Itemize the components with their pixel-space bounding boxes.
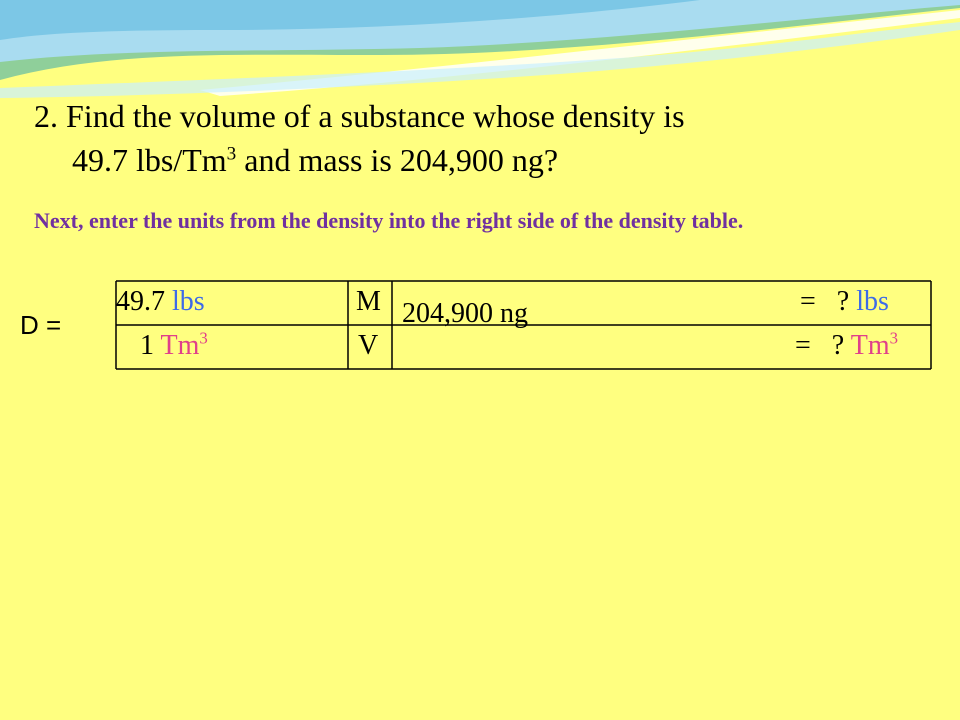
lbs-unit-density: lbs <box>172 286 205 317</box>
density-denominator: 1 Tm3 <box>140 328 208 361</box>
instruction-text: Next, enter the units from the density i… <box>34 208 744 233</box>
problem-line-1: 2. Find the volume of a substance whose … <box>34 98 685 134</box>
lbs-unit-result: lbs <box>856 286 889 317</box>
mass-result: = ? lbs <box>800 286 889 317</box>
density-label: D = <box>20 310 62 340</box>
mass-value: 204,900 ng <box>402 298 528 329</box>
tm-unit-density: Tm3 <box>160 328 208 361</box>
density-numerator: 49.7 lbs <box>116 286 205 317</box>
tm-unit-result: Tm3 <box>850 328 898 361</box>
problem-statement: 2. Find the volume of a substance whose … <box>34 94 685 182</box>
problem-line-2: 49.7 lbs/Tm3 and mass is 204,900 ng? <box>72 142 559 178</box>
mass-label: M <box>356 286 381 317</box>
volume-label: V <box>358 330 379 361</box>
volume-result: = ? Tm3 <box>795 328 898 361</box>
